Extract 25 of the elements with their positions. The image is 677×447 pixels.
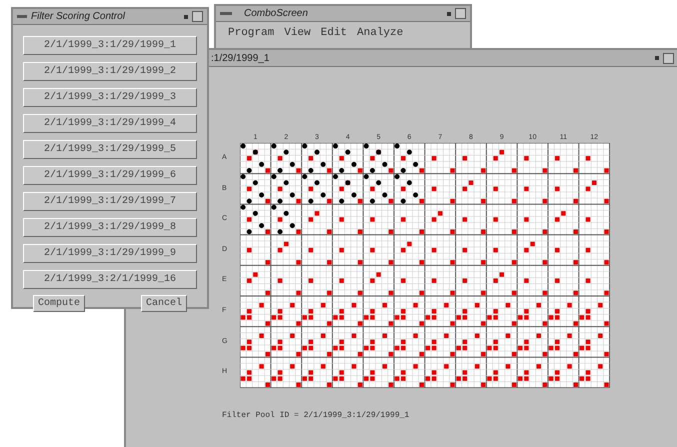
menu-item[interactable]: Edit (320, 25, 348, 42)
window-title: Filter Scoring Control (31, 10, 126, 24)
footer-text: Filter Pool ID = 2/1/1999_3:1/29/1999_1 (222, 410, 410, 422)
pool-button[interactable]: 2/1/1999_3:1/29/1999_5 (23, 140, 197, 159)
pool-button[interactable]: 2/1/1999_3:1/29/1999_1 (23, 36, 197, 55)
maximize-icon[interactable] (192, 11, 203, 22)
compute-button[interactable]: Compute (33, 295, 86, 312)
pool-button[interactable]: 2/1/1999_3:1/29/1999_8 (23, 218, 197, 237)
window-title: ComboScreen (243, 7, 309, 21)
cancel-button[interactable]: Cancel (140, 295, 187, 312)
maximize-icon[interactable] (663, 52, 674, 64)
minimize-icon[interactable] (184, 14, 188, 18)
menu-item[interactable]: View (284, 25, 311, 42)
maximize-icon[interactable] (455, 8, 466, 19)
pool-button[interactable]: 2/1/1999_3:1/29/1999_9 (23, 244, 197, 263)
pool-button[interactable]: 2/1/1999_3:2/1/1999_16 (23, 270, 197, 289)
minimize-icon[interactable] (447, 12, 451, 16)
pool-button[interactable]: 2/1/1999_3:1/29/1999_3 (23, 88, 197, 107)
window-title: :1/29/1999_1 (210, 52, 270, 66)
pool-button[interactable]: 2/1/1999_3:1/29/1999_4 (23, 114, 197, 133)
menu-item[interactable]: Program (228, 25, 274, 42)
pool-button[interactable]: 2/1/1999_3:1/29/1999_7 (23, 192, 197, 211)
menu-item[interactable]: Analyze (357, 25, 404, 42)
pool-button[interactable]: 2/1/1999_3:1/29/1999_6 (23, 166, 197, 185)
pool-button[interactable]: 2/1/1999_3:1/29/1999_2 (23, 62, 197, 81)
